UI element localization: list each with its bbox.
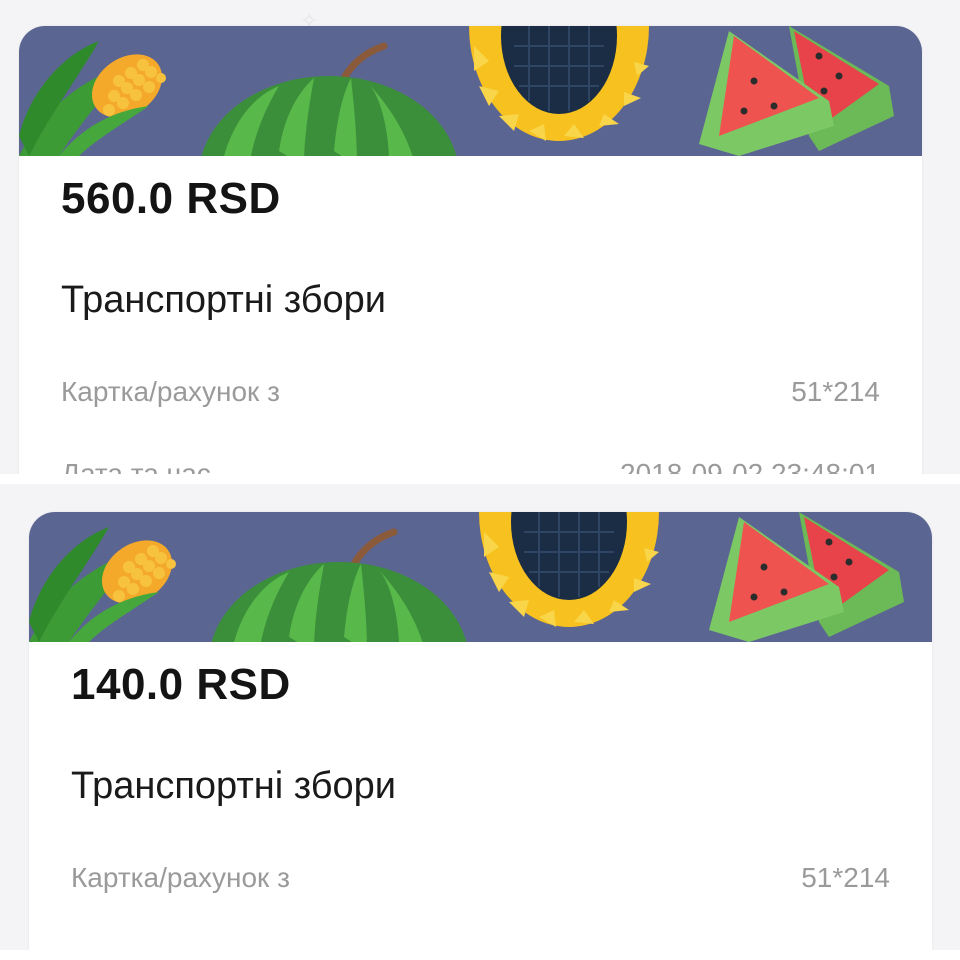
sunflower-icon: [469, 26, 649, 141]
account-value: 51*214: [791, 376, 880, 407]
account-label: Картка/рахунок з: [71, 862, 290, 893]
transaction-amount: 560.0 RSD: [61, 174, 281, 223]
sunflower-icon: [479, 512, 659, 627]
account-label: Картка/рахунок з: [61, 376, 280, 407]
date-value: 2018-09-02 23:48:01: [620, 458, 880, 474]
screenshot-divider: [0, 474, 960, 484]
watermelon-icon: [201, 42, 457, 156]
receipt-screenshot-2: 140.0 RSD Транспортні збори Картка/рахун…: [0, 484, 960, 950]
transaction-amount: 140.0 RSD: [71, 660, 291, 709]
transaction-title: Транспортні збори: [71, 765, 396, 807]
transaction-card[interactable]: 140.0 RSD Транспортні збори Картка/рахун…: [29, 512, 932, 950]
date-label: Дата та час: [61, 458, 211, 474]
receipt-screenshot-1: ✧ 560.0 RSD Транспортні збори Картка/рах…: [0, 0, 960, 474]
transaction-card[interactable]: 560.0 RSD Транспортні збори Картка/рахун…: [19, 26, 922, 474]
card-banner: [29, 512, 932, 642]
account-value: 51*214: [801, 862, 890, 893]
corn-icon: [19, 41, 166, 156]
corn-icon: [29, 527, 176, 642]
watermelon-icon: [211, 528, 467, 642]
watermelon-slice-icon: [709, 512, 904, 642]
transaction-title: Транспортні збори: [61, 279, 386, 321]
watermelon-slice-icon: [699, 26, 894, 156]
card-banner: [19, 26, 922, 156]
